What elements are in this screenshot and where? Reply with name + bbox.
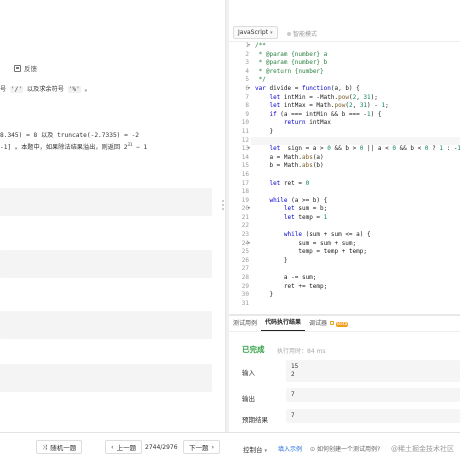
line-number: 27 <box>241 265 249 273</box>
next-problem-button[interactable]: 下一题 › <box>183 440 221 454</box>
runtime-text: 执行用时：84 ms <box>277 348 326 355</box>
shuffle-icon: ⤨ <box>42 442 48 451</box>
console-tabs: 测试用例 代码执行结果 调试器 Beta <box>229 316 460 332</box>
line-number: 17 <box>241 179 249 187</box>
chevron-down-icon: ▾ <box>270 29 273 36</box>
fold-arrow-icon[interactable]: ▾ <box>248 205 252 210</box>
example-block <box>0 364 212 392</box>
editor-pane: JavaScript ▾ 智能模式 1 2 3 4 5 6 7 8 9 10 11 12 13 14 15 1… <box>229 0 460 432</box>
line-number: 28 <box>241 274 249 282</box>
line-number: 18 <box>241 188 249 196</box>
fold-arrow-icon[interactable]: ▾ <box>248 145 252 150</box>
watermark: @稀土掘金技术社区 <box>391 445 454 453</box>
input-box: 15 2 <box>286 360 460 382</box>
code-editor[interactable]: 1 2 3 4 5 6 7 8 9 10 11 12 13 14 15 16 17 18 19 20 21 22 23 24 2… <box>229 42 460 314</box>
line-number: 31 <box>241 299 249 307</box>
code-lines: /** * @param {number} a * @param {number… <box>255 42 460 299</box>
line-number: 8 <box>245 102 249 110</box>
line-number: 2 <box>245 50 249 58</box>
line-number: 11 <box>241 127 249 135</box>
line-number: 7 <box>245 93 249 101</box>
line-number: 9 <box>245 110 249 118</box>
line-number: 16 <box>241 170 249 178</box>
line-number: 14 <box>241 153 249 161</box>
bottom-bar: ⤨ 随机一题 ‹ 上一题 2744/2976 下一题 › 控制台 ▾ 填入示例 ⊙… <box>0 432 460 460</box>
language-select[interactable]: JavaScript ▾ <box>233 26 278 39</box>
problem-meta: 反馈 <box>0 60 37 76</box>
output-box: 7 <box>286 388 460 402</box>
line-number: 4 <box>245 67 249 75</box>
smart-mode-label: 智能模式 <box>293 31 318 38</box>
line-number: 5 <box>245 76 249 84</box>
line-number: 12 <box>241 136 249 144</box>
app-root: 反馈 号 '/' 以及求余符号 '%' 。 8.345) = 8 以及 trun… <box>0 0 460 460</box>
example-block <box>0 311 212 339</box>
line-number-gutter: 1 2 3 4 5 6 7 8 9 10 11 12 13 14 15 16 17 18 19 20 21 22 23 24 2… <box>229 42 251 308</box>
lock-icon <box>330 321 335 325</box>
help-icon: ⊙ <box>310 446 316 453</box>
line-number: 25 <box>241 248 249 256</box>
problem-pager: 2744/2976 <box>145 444 178 451</box>
line-number: 26 <box>241 256 249 264</box>
input-label: 输入 <box>242 369 255 377</box>
chevron-right-icon: › <box>211 443 215 451</box>
random-problem-button[interactable]: ⤨ 随机一题 <box>36 440 83 454</box>
pane-resize-handle[interactable] <box>222 200 225 210</box>
fold-arrow-icon[interactable]: ▾ <box>248 240 252 245</box>
expected-label: 预期结果 <box>242 416 268 424</box>
description-line: 号 '/' 以及求余符号 '%' 。 <box>0 86 91 93</box>
line-number: 3 <box>245 59 249 67</box>
fold-arrow-icon[interactable]: ▾ <box>248 85 252 90</box>
fold-arrow-icon[interactable]: ▾ <box>248 42 252 47</box>
tab-debugger[interactable]: 调试器 Beta <box>305 318 352 331</box>
feedback-label[interactable]: 反馈 <box>24 63 37 73</box>
toggle-dot-icon <box>287 31 291 36</box>
example-block <box>0 250 212 278</box>
line-number: 10 <box>241 119 249 127</box>
editor-toolbar: JavaScript ▾ 智能模式 <box>229 0 460 42</box>
status-text: 已完成 <box>242 345 265 354</box>
line-number: 21 <box>241 213 249 221</box>
example-block <box>0 188 212 216</box>
chevron-down-icon: ▾ <box>264 448 268 454</box>
expected-box: 7 <box>286 409 460 423</box>
problem-pane: 反馈 号 '/' 以及求余符号 '%' 。 8.345) = 8 以及 trun… <box>0 0 226 432</box>
tab-testcase[interactable]: 测试用例 <box>229 318 261 331</box>
feedback-icon[interactable] <box>14 64 21 72</box>
line-number: 22 <box>241 222 249 230</box>
console-toggle[interactable]: 控制台 ▾ <box>243 444 267 454</box>
description-line: -1] 。本题中，如果除法结果溢出，则返回 231 − 1 <box>0 142 148 152</box>
line-number: 30 <box>241 291 249 299</box>
prev-problem-button[interactable]: ‹ 上一题 <box>105 440 143 454</box>
line-number: 15 <box>241 162 249 170</box>
description-line: 8.345) = 8 以及 truncate(-2.7335) = -2 <box>0 132 140 139</box>
tab-result[interactable]: 代码执行结果 <box>261 317 306 331</box>
chevron-left-icon: ‹ <box>111 443 114 451</box>
output-label: 输出 <box>242 395 255 403</box>
line-number: 19 <box>241 196 249 204</box>
smart-mode-toggle[interactable]: 智能模式 <box>287 29 317 38</box>
beta-badge: Beta <box>336 322 349 327</box>
line-number: 23 <box>241 231 249 239</box>
language-label: JavaScript <box>238 29 269 36</box>
fill-example-link[interactable]: 填入示例 <box>278 444 302 453</box>
console-panel: 测试用例 代码执行结果 调试器 Beta 已完成 执行用时：84 ms 输入 15… <box>229 316 460 432</box>
line-number: 29 <box>241 282 249 290</box>
help-hint[interactable]: ⊙ 如何创建一个测试用例? <box>310 444 380 453</box>
